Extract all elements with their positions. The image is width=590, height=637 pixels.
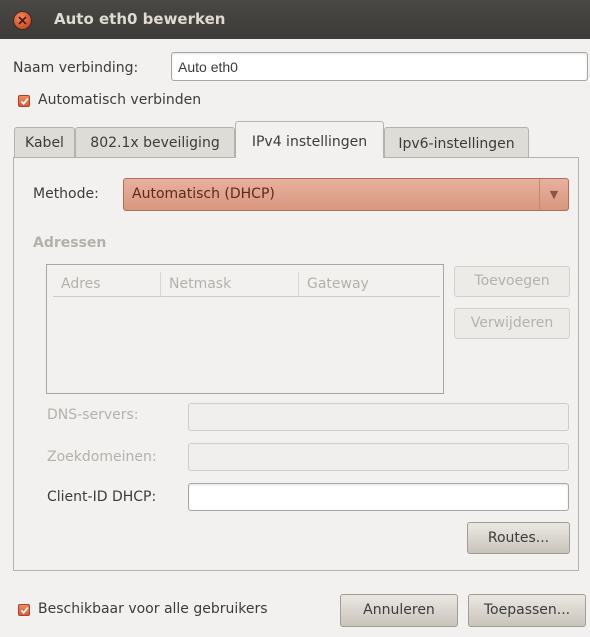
add-button[interactable]: Toevoegen <box>454 266 570 297</box>
remove-button[interactable]: Verwijderen <box>454 308 570 339</box>
column-header-netmask[interactable]: Netmask <box>160 272 298 297</box>
client-id-input[interactable] <box>188 483 569 511</box>
method-label: Methode: <box>33 186 99 202</box>
method-value: Automatisch (DHCP) <box>132 186 275 202</box>
column-header-gateway[interactable]: Gateway <box>298 272 440 297</box>
addresses-table[interactable]: Adres Netmask Gateway <box>46 264 444 394</box>
dns-servers-label: DNS-servers: <box>47 407 139 423</box>
search-domains-input[interactable] <box>188 443 569 471</box>
column-header-address[interactable]: Adres <box>53 272 160 297</box>
dns-servers-input[interactable] <box>188 403 569 431</box>
client-id-label: Client-ID DHCP: <box>47 489 157 505</box>
routes-button[interactable]: Routes... <box>467 522 570 554</box>
chevron-down-icon: ▼ <box>539 179 568 210</box>
search-domains-label: Zoekdomeinen: <box>47 449 157 465</box>
method-dropdown[interactable]: Automatisch (DHCP) ▼ <box>123 178 569 211</box>
addresses-heading: Adressen <box>33 235 107 251</box>
